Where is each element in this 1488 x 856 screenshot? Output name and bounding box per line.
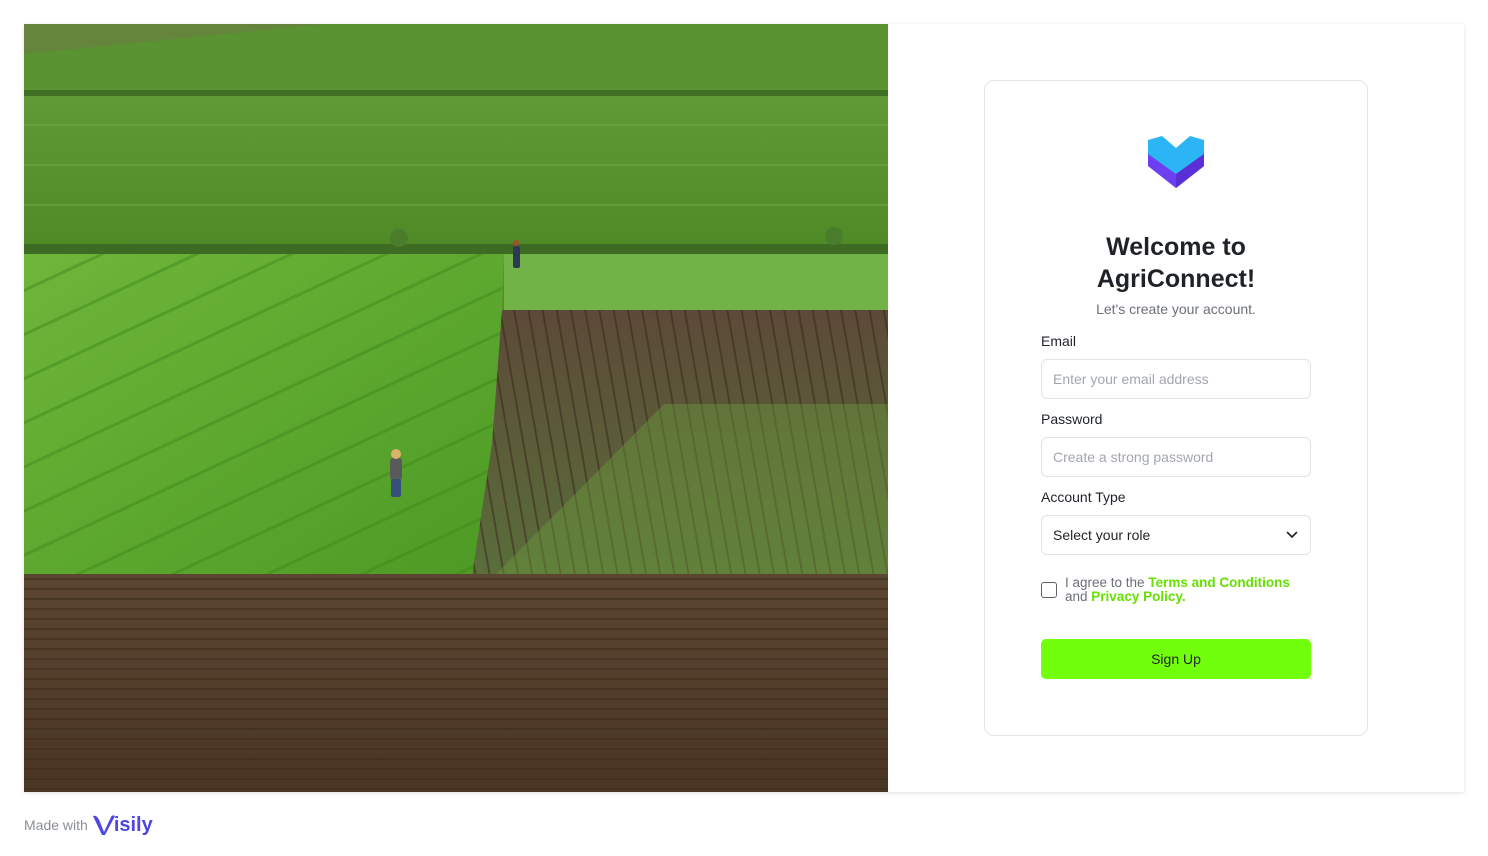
terms-prefix: I agree to the (1065, 575, 1145, 590)
terms-agreement: I agree to the Terms and Conditions and … (1041, 576, 1331, 604)
signup-page: Welcome to AgriConnect! Let's create you… (24, 24, 1464, 792)
agriconnect-logo-icon (1148, 136, 1204, 188)
privacy-link[interactable]: Privacy Policy (1091, 589, 1182, 604)
account-type-value: Select your role (1053, 527, 1151, 543)
signup-card: Welcome to AgriConnect! Let's create you… (984, 80, 1368, 736)
made-with-text: Made with (24, 817, 88, 833)
visily-brand: isily (92, 814, 153, 837)
terms-text: I agree to the Terms and Conditions and … (1065, 576, 1290, 604)
chevron-down-icon (1286, 531, 1298, 538)
visily-brand-text: isily (113, 813, 153, 836)
terms-suffix: . (1181, 589, 1186, 604)
email-label: Email (1041, 333, 1077, 349)
account-type-label: Account Type (1041, 489, 1126, 505)
email-input[interactable] (1041, 359, 1311, 399)
password-label: Password (1041, 411, 1103, 427)
terms-link[interactable]: Terms and Conditions (1148, 575, 1290, 590)
farm-field-photo (24, 24, 888, 792)
account-type-select[interactable]: Select your role (1041, 515, 1311, 555)
visily-v-icon (92, 815, 115, 835)
terms-conjunction: and (1065, 589, 1088, 604)
form-panel: Welcome to AgriConnect! Let's create you… (888, 24, 1464, 792)
signup-button[interactable]: Sign Up (1041, 639, 1311, 679)
terms-checkbox[interactable] (1041, 582, 1057, 598)
made-with-footer[interactable]: Made with isily (24, 812, 153, 838)
page-title: Welcome to AgriConnect! (1096, 233, 1256, 293)
page-subtitle: Let's create your account. (1096, 301, 1256, 317)
farm-field-image (24, 24, 888, 792)
password-input[interactable] (1041, 437, 1311, 477)
